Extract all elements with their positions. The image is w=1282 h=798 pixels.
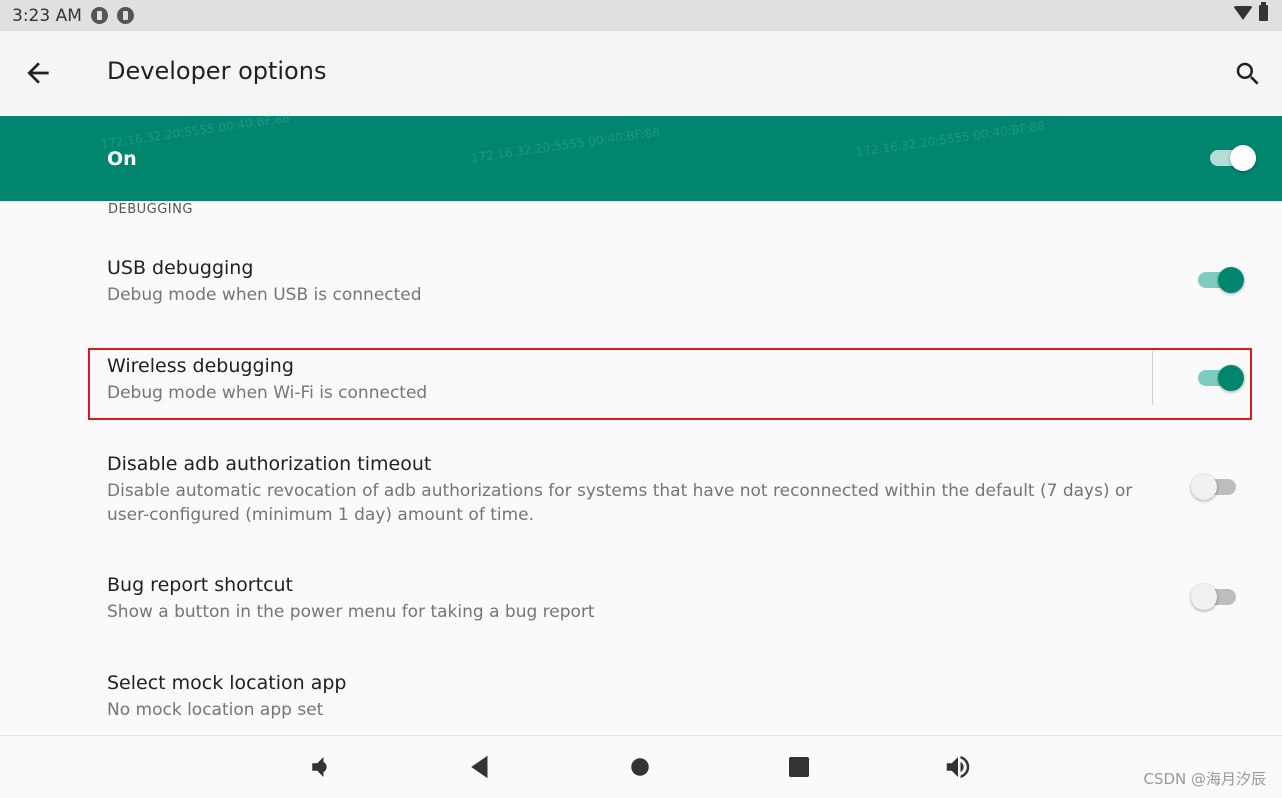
watermark-text: 172.16.32.20:5555 00:40:BF:88 <box>469 124 661 166</box>
pref-title: Wireless debugging <box>107 355 294 377</box>
pref-summary: Debug mode when Wi-Fi is connected <box>107 383 428 403</box>
back-triangle-icon[interactable] <box>465 752 495 782</box>
switch-knob <box>1191 474 1217 500</box>
pref-title: USB debugging <box>107 257 254 279</box>
back-arrow-icon[interactable] <box>22 57 54 89</box>
usb-debugging-switch[interactable] <box>1198 267 1244 293</box>
pref-summary: Debug mode when USB is connected <box>107 285 422 305</box>
battery-icon <box>1259 2 1268 21</box>
pref-usb-debugging[interactable]: USB debugging Debug mode when USB is con… <box>0 240 1282 335</box>
recents-square-icon[interactable] <box>784 752 814 782</box>
pref-title: Select mock location app <box>107 672 347 694</box>
pref-title: Disable adb authorization timeout <box>107 453 432 475</box>
pref-wireless-debugging[interactable]: Wireless debugging Debug mode when Wi-Fi… <box>0 338 1282 433</box>
disable-adb-timeout-switch[interactable] <box>1191 474 1236 500</box>
switch-knob <box>1218 365 1244 391</box>
pref-divider <box>1152 351 1153 405</box>
home-circle-icon[interactable] <box>625 752 655 782</box>
csdn-watermark: CSDN @海月汐辰 <box>1143 770 1266 788</box>
master-toggle-switch[interactable] <box>1210 145 1256 171</box>
status-time: 3:23 AM <box>12 5 82 26</box>
section-header-debugging: DEBUGGING <box>108 202 193 217</box>
watermark-text: 172.16.32.20:5555 00:40:BF:88 <box>99 110 291 152</box>
wireless-debugging-switch[interactable] <box>1198 365 1244 391</box>
master-switch-label: On <box>107 148 137 170</box>
bug-report-shortcut-switch[interactable] <box>1191 584 1236 610</box>
app-toolbar: Developer options <box>0 31 1282 116</box>
pref-mock-location-app[interactable]: Select mock location app No mock locatio… <box>0 655 1282 735</box>
status-icons <box>1233 2 1268 21</box>
pref-bug-report-shortcut[interactable]: Bug report shortcut Show a button in the… <box>0 557 1282 652</box>
notification-icon <box>116 7 134 24</box>
watermark-text: 172.16.32.20:5555 00:40:BF:88 <box>854 118 1046 160</box>
navigation-bar: CSDN @海月汐辰 <box>0 735 1282 798</box>
volume-down-icon[interactable] <box>306 752 336 782</box>
pref-summary: Show a button in the power menu for taki… <box>107 602 595 622</box>
pref-title: Bug report shortcut <box>107 574 294 596</box>
switch-knob <box>1218 267 1244 293</box>
pref-summary: No mock location app set <box>107 700 324 720</box>
wifi-icon <box>1233 6 1253 20</box>
switch-knob <box>1191 584 1217 610</box>
switch-knob <box>1230 145 1256 171</box>
pref-summary: Disable automatic revocation of adb auth… <box>107 481 1133 525</box>
status-bar: 3:23 AM <box>0 0 1282 31</box>
search-icon[interactable] <box>1233 59 1263 89</box>
page-title: Developer options <box>107 57 327 85</box>
volume-up-icon[interactable] <box>943 752 973 782</box>
notification-icon <box>90 7 108 24</box>
pref-disable-adb-timeout[interactable]: Disable adb authorization timeout Disabl… <box>0 436 1282 546</box>
master-switch-bar[interactable]: 172.16.32.20:5555 00:40:BF:88 172.16.32.… <box>0 111 1282 201</box>
